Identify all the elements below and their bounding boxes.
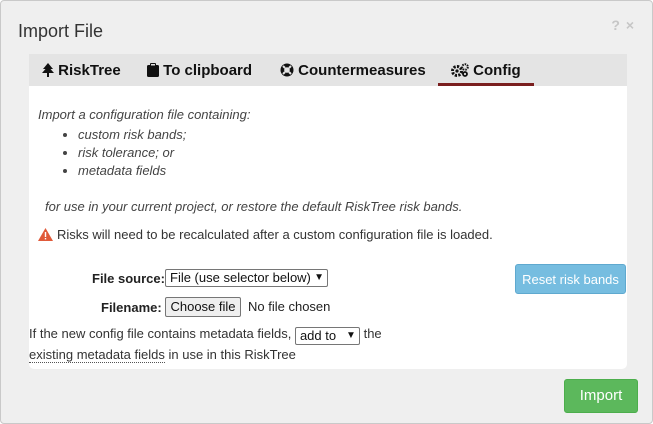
- dialog-title: Import File: [18, 21, 104, 41]
- config-panel: Import a configuration file containing: …: [29, 86, 627, 369]
- for-use-text: for use in your current project, or rest…: [45, 199, 463, 214]
- chevron-down-icon: ▼: [314, 272, 324, 283]
- warning-icon: [38, 228, 53, 241]
- metadata-option: If the new config file contains metadata…: [29, 323, 382, 365]
- file-source-label: File source:: [92, 271, 165, 286]
- close-icon[interactable]: ×: [626, 17, 634, 33]
- chevron-down-icon: ▼: [346, 330, 356, 341]
- help-icon[interactable]: ?: [611, 17, 620, 33]
- metadata-mode-select[interactable]: add to ▼: [294, 327, 360, 345]
- meta-suffix-text: the: [363, 326, 382, 341]
- warning-text: Risks will need to be recalculated after…: [57, 227, 493, 242]
- tab-label: RiskTree: [58, 62, 121, 79]
- gears-icon: [451, 63, 469, 77]
- tab-label: Config: [473, 62, 521, 79]
- list-item: risk tolerance; or: [78, 144, 186, 162]
- file-source-value: File (use selector below): [170, 270, 311, 285]
- tab-to-clipboard[interactable]: To clipboard: [147, 54, 252, 86]
- intro-text: Import a configuration file containing:: [38, 107, 251, 122]
- no-file-chosen-text: No file chosen: [248, 299, 331, 314]
- config-items-list: custom risk bands; risk tolerance; or me…: [56, 126, 186, 180]
- tab-risktree[interactable]: RiskTree: [42, 54, 121, 86]
- list-item: metadata fields: [78, 162, 186, 180]
- list-item: custom risk bands;: [78, 126, 186, 144]
- warning-message: Risks will need to be recalculated after…: [38, 227, 493, 242]
- metadata-mode-value: add to: [299, 328, 337, 343]
- meta-prefix-text: If the new config file contains metadata…: [29, 326, 292, 341]
- lifebuoy-icon: [280, 63, 294, 77]
- import-button[interactable]: Import: [564, 379, 638, 413]
- reset-risk-bands-button[interactable]: Reset risk bands: [515, 264, 626, 294]
- existing-metadata-fields-link[interactable]: existing metadata fields: [29, 347, 165, 363]
- clipboard-icon: [147, 63, 159, 77]
- tab-config[interactable]: Config: [438, 54, 534, 86]
- tab-label: To clipboard: [163, 62, 253, 79]
- file-source-select[interactable]: File (use selector below) ▼: [165, 269, 328, 287]
- choose-file-button[interactable]: Choose file: [165, 297, 241, 317]
- meta-tail-text: in use in this RiskTree: [168, 347, 296, 362]
- import-file-dialog: Import File ? × RiskTree To clipboard Co…: [0, 0, 653, 424]
- tab-label: Countermeasures: [298, 62, 426, 79]
- tab-bar: RiskTree To clipboard Countermeasures Co…: [29, 54, 627, 86]
- tree-icon: [42, 63, 54, 77]
- title-buttons: ? ×: [609, 17, 634, 33]
- filename-label: Filename:: [101, 300, 162, 315]
- tab-countermeasures[interactable]: Countermeasures: [280, 54, 426, 86]
